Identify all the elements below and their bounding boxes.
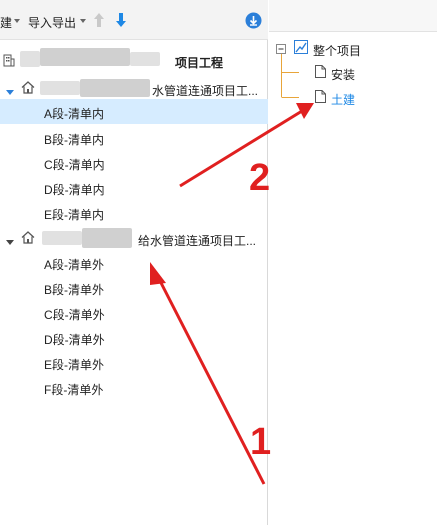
redacted-text [130, 52, 160, 66]
building-icon [3, 54, 15, 70]
tree-item-label: E段-清单外 [44, 358, 105, 372]
tree-item-label: B段-清单内 [44, 133, 105, 147]
download-circle-icon[interactable] [245, 12, 262, 32]
chevron-down-icon[interactable] [6, 235, 14, 249]
chevron-down-icon [80, 19, 86, 23]
tree-item-label: D段-清单内 [44, 183, 105, 197]
arrow-down-icon[interactable] [115, 12, 127, 31]
tree-item-row[interactable]: F段-清单外 [0, 375, 268, 400]
tree-item-row[interactable]: E段-清单内 [0, 200, 268, 225]
tree-item-row[interactable]: B段-清单内 [0, 125, 268, 150]
tree-item-row[interactable]: D段-清单外 [0, 325, 268, 350]
tree-item-row[interactable]: E段-清单外 [0, 350, 268, 375]
redacted-text [20, 51, 40, 67]
home-icon [21, 231, 35, 247]
new-menu-button[interactable]: 建 [0, 14, 12, 31]
tree-item-row[interactable]: C段-清单外 [0, 300, 268, 325]
tree-item-row[interactable]: A段-清单内 [0, 99, 268, 124]
arrow-up-icon[interactable] [93, 12, 105, 31]
tree-group-row[interactable]: 水管道连通项目工... [0, 76, 268, 101]
tree-connector-lines [281, 54, 299, 98]
redacted-text [82, 228, 132, 248]
tree-root-row[interactable]: 项目工程 [0, 48, 268, 73]
scope-root-label[interactable]: 整个项目 [313, 42, 361, 59]
redacted-text [40, 48, 130, 66]
home-icon [21, 81, 35, 97]
redacted-text [42, 231, 82, 245]
tree-item-label: A段-清单内 [44, 107, 105, 121]
tree-item-label: F段-清单外 [44, 383, 104, 397]
toolbar: 建 导入导出 [0, 0, 268, 40]
tree-root-label: 项目工程 [175, 56, 224, 70]
tree-group-label: 给水管道连通项目工... [138, 234, 257, 248]
scope-child-label-selected[interactable]: 土建 [331, 91, 355, 108]
redacted-text [80, 79, 150, 97]
tree-group-row[interactable]: 给水管道连通项目工... [0, 226, 268, 251]
tree-item-label: C段-清单外 [44, 308, 105, 322]
tree-item-label: D段-清单外 [44, 333, 105, 347]
import-export-button[interactable]: 导入导出 [28, 14, 76, 31]
tree-item-label: E段-清单内 [44, 208, 105, 222]
tree-item-row[interactable]: B段-清单外 [0, 275, 268, 300]
tree-group-label: 水管道连通项目工... [152, 84, 259, 98]
redacted-text [40, 81, 80, 95]
tree-item-row[interactable]: A段-清单外 [0, 250, 268, 275]
chevron-down-icon [14, 19, 20, 23]
tree-item-label: A段-清单外 [44, 258, 105, 272]
tree-item-row[interactable]: D段-清单内 [0, 175, 268, 200]
chevron-down-icon[interactable] [6, 85, 14, 99]
tree-item-label: C段-清单内 [44, 158, 105, 172]
document-icon [315, 65, 326, 81]
tree-item-row[interactable]: C段-清单内 [0, 150, 268, 175]
document-icon [315, 90, 326, 106]
scope-tree-panel: 整个项目 安装 土建 [269, 0, 437, 525]
scope-child-label[interactable]: 安装 [331, 66, 355, 83]
right-toolbar [269, 0, 437, 32]
project-tree-panel: 建 导入导出 项目工程 水管道连通项目工... A段-清单内 B段-清单内 C段… [0, 0, 268, 525]
tree-item-label: B段-清单外 [44, 283, 105, 297]
